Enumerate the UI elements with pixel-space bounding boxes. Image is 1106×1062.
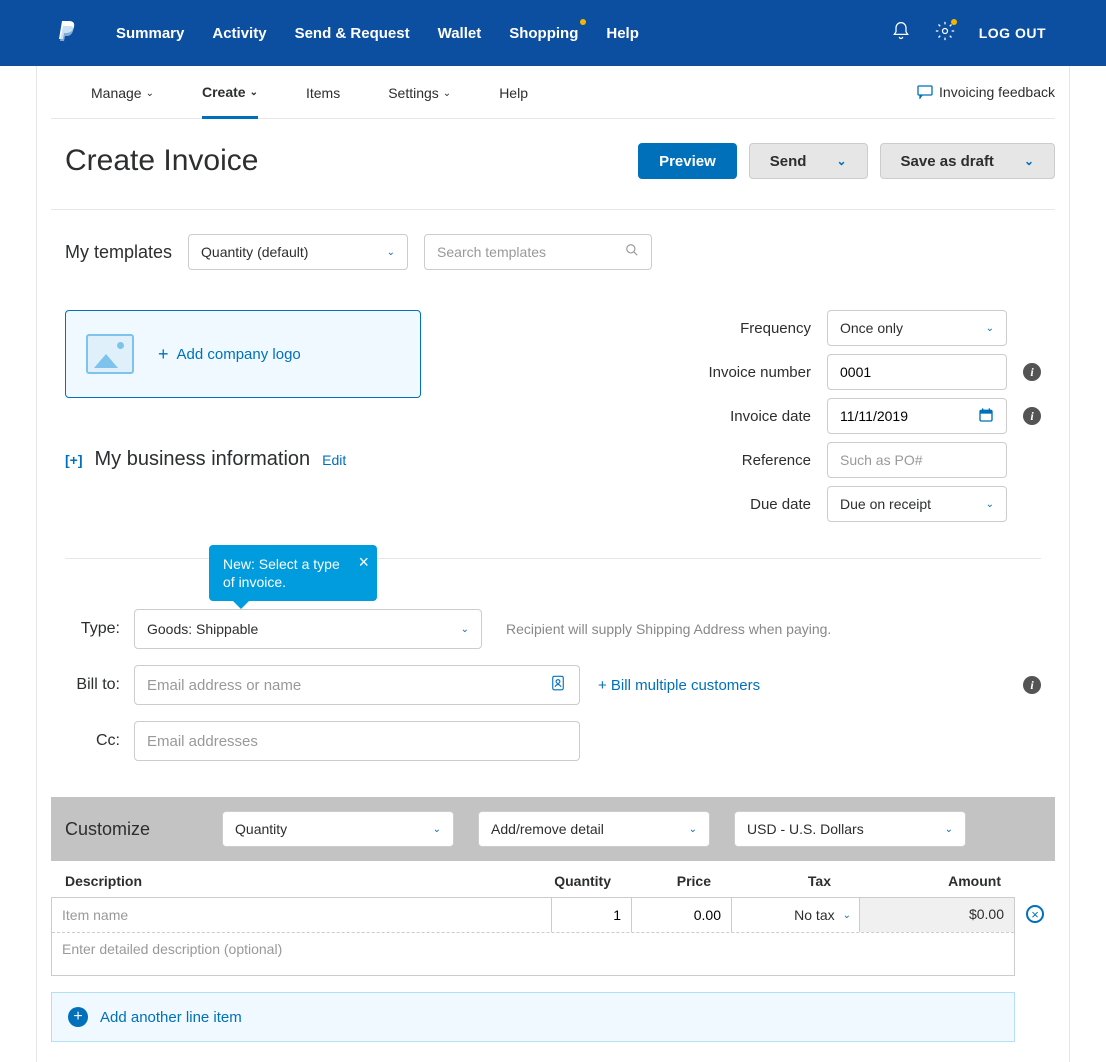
- subnav-create[interactable]: Create⌄: [202, 84, 258, 119]
- due-date-label: Due date: [646, 496, 811, 513]
- template-select[interactable]: Quantity (default)⌄: [188, 234, 408, 270]
- customize-detail-select[interactable]: Add/remove detail⌄: [478, 811, 710, 847]
- nav-links: Summary Activity Send & Request Wallet S…: [116, 25, 639, 42]
- chevron-down-icon: ⌄: [461, 624, 469, 635]
- chevron-down-icon: ⌄: [146, 88, 154, 99]
- page-title: Create Invoice: [65, 144, 258, 178]
- item-description-input[interactable]: [52, 932, 1014, 970]
- reference-input[interactable]: [840, 452, 994, 468]
- customize-label: Customize: [65, 819, 150, 840]
- item-name-input[interactable]: [52, 898, 551, 932]
- col-price: Price: [611, 873, 711, 889]
- templates-label: My templates: [65, 242, 172, 263]
- nav-wallet[interactable]: Wallet: [438, 25, 482, 42]
- preview-button[interactable]: Preview: [638, 143, 737, 179]
- nav-activity[interactable]: Activity: [212, 25, 266, 42]
- gear-icon[interactable]: [935, 21, 955, 46]
- item-tax-select[interactable]: No tax⌄: [732, 898, 860, 932]
- subnav-manage[interactable]: Manage⌄: [91, 84, 154, 118]
- subnav-help[interactable]: Help: [499, 84, 528, 118]
- chevron-down-icon: ⌄: [433, 824, 441, 835]
- subnav-settings[interactable]: Settings⌄: [388, 84, 451, 118]
- chevron-down-icon: ⌄: [986, 323, 994, 334]
- template-search[interactable]: [424, 234, 652, 270]
- chevron-down-icon: ⌄: [945, 824, 953, 835]
- nav-shopping[interactable]: Shopping: [509, 25, 578, 42]
- invoice-date-label: Invoice date: [646, 408, 811, 425]
- sub-nav: Manage⌄ Create⌄ Items Settings⌄ Help Inv…: [51, 66, 1055, 119]
- col-quantity: Quantity: [531, 873, 611, 889]
- calendar-icon[interactable]: [978, 407, 994, 426]
- search-icon: [625, 243, 639, 262]
- chevron-down-icon: ⌄: [443, 88, 451, 99]
- item-amount: $0.00: [860, 898, 1014, 932]
- paypal-logo: [56, 21, 76, 45]
- item-qty-input[interactable]: [552, 898, 631, 932]
- chevron-down-icon: ⌄: [250, 87, 258, 98]
- billto-field[interactable]: [134, 665, 580, 705]
- line-item: No tax⌄ $0.00: [51, 897, 1015, 976]
- save-draft-button[interactable]: Save as draft⌄: [880, 143, 1055, 179]
- invoice-number-label: Invoice number: [646, 364, 811, 381]
- nav-send-request[interactable]: Send & Request: [295, 25, 410, 42]
- frequency-label: Frequency: [646, 320, 811, 337]
- invoice-date-input[interactable]: [840, 408, 978, 424]
- cc-field[interactable]: [134, 721, 580, 761]
- reference-label: Reference: [646, 452, 811, 469]
- add-line-button[interactable]: + Add another line item: [51, 992, 1015, 1042]
- type-select[interactable]: Goods: Shippable⌄: [134, 609, 482, 649]
- expand-biz-button[interactable]: [+]: [65, 452, 83, 468]
- chevron-down-icon: ⌄: [387, 247, 395, 258]
- bill-multiple-link[interactable]: + Bill multiple customers: [598, 677, 760, 694]
- type-label: Type:: [65, 620, 120, 638]
- type-tooltip: New: Select a type of invoice. ×: [209, 545, 377, 601]
- col-description: Description: [65, 873, 531, 889]
- type-hint: Recipient will supply Shipping Address w…: [506, 621, 831, 637]
- col-tax: Tax: [711, 873, 831, 889]
- subnav-items[interactable]: Items: [306, 84, 340, 118]
- chevron-down-icon: ⌄: [986, 499, 994, 510]
- customize-bar: Customize Quantity⌄ Add/remove detail⌄ U…: [51, 797, 1055, 861]
- table-header: Description Quantity Price Tax Amount: [51, 861, 1055, 897]
- plus-icon: +: [158, 344, 169, 365]
- template-search-input[interactable]: [437, 244, 625, 260]
- nav-summary[interactable]: Summary: [116, 25, 184, 42]
- bell-icon[interactable]: [891, 21, 911, 46]
- cc-input[interactable]: [147, 733, 567, 750]
- biz-info-title: My business information: [95, 448, 311, 471]
- close-icon[interactable]: ×: [358, 551, 369, 574]
- info-icon[interactable]: i: [1023, 676, 1041, 694]
- add-logo-box[interactable]: +Add company logo: [65, 310, 421, 398]
- send-button[interactable]: Send⌄: [749, 143, 868, 179]
- invoice-number-input[interactable]: [840, 364, 994, 380]
- delete-line-button[interactable]: ×: [1026, 905, 1044, 923]
- customize-currency-select[interactable]: USD - U.S. Dollars⌄: [734, 811, 966, 847]
- contact-icon[interactable]: [549, 673, 567, 698]
- customize-quantity-select[interactable]: Quantity⌄: [222, 811, 454, 847]
- logout-link[interactable]: LOG OUT: [979, 25, 1046, 41]
- chevron-down-icon: ⌄: [836, 154, 846, 168]
- col-amount: Amount: [831, 873, 1001, 889]
- item-price-input[interactable]: [632, 898, 731, 932]
- info-icon[interactable]: i: [1023, 407, 1041, 425]
- chat-icon: [917, 85, 933, 99]
- chevron-down-icon: ⌄: [689, 824, 697, 835]
- info-icon[interactable]: i: [1023, 363, 1041, 381]
- top-nav: Summary Activity Send & Request Wallet S…: [0, 0, 1106, 66]
- billto-label: Bill to:: [65, 676, 120, 694]
- chevron-down-icon: ⌄: [843, 910, 851, 921]
- cc-label: Cc:: [65, 732, 120, 750]
- edit-biz-link[interactable]: Edit: [322, 452, 346, 468]
- frequency-select[interactable]: Once only⌄: [827, 310, 1007, 346]
- nav-help[interactable]: Help: [606, 25, 639, 42]
- billto-input[interactable]: [147, 677, 549, 694]
- feedback-link[interactable]: Invoicing feedback: [917, 84, 1055, 100]
- plus-circle-icon: +: [68, 1007, 88, 1027]
- chevron-down-icon: ⌄: [1024, 154, 1034, 168]
- image-placeholder-icon: [86, 334, 134, 374]
- due-date-select[interactable]: Due on receipt⌄: [827, 486, 1007, 522]
